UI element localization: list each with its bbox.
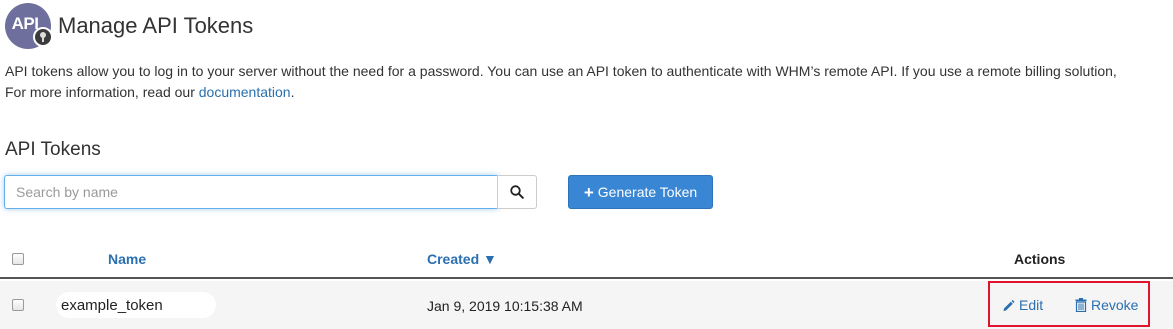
api-logo-icon: API <box>5 3 53 49</box>
row-actions-highlight: Edit Revoke <box>988 281 1150 327</box>
intro-line-1: API tokens allow you to log in to your s… <box>5 63 1117 79</box>
intro-line-2-prefix: For more information, read our <box>5 84 199 100</box>
token-name: example_token <box>56 292 216 318</box>
column-header-created[interactable]: Created ▼ <box>427 251 497 267</box>
pencil-icon <box>1003 299 1015 311</box>
token-created: Jan 9, 2019 10:15:38 AM <box>427 298 583 314</box>
search-input[interactable] <box>4 175 498 209</box>
table-header: Name Created ▼ Actions <box>0 243 1173 279</box>
intro-text: API tokens allow you to log in to your s… <box>5 61 1173 103</box>
column-header-actions: Actions <box>1014 251 1066 267</box>
section-title: API Tokens <box>5 139 101 160</box>
intro-line-2-suffix: . <box>290 84 295 100</box>
page-title: Manage API Tokens <box>58 13 254 38</box>
row-checkbox[interactable] <box>12 299 24 311</box>
lock-icon <box>33 27 53 47</box>
revoke-action[interactable]: Revoke <box>1075 297 1138 313</box>
edit-action[interactable]: Edit <box>1002 297 1043 313</box>
intro-line-2: For more information, read our documenta… <box>5 82 1173 103</box>
plus-icon: + <box>583 182 594 202</box>
manage-api-tokens-page: API Manage API Tokens API tokens allow y… <box>0 0 1173 329</box>
search-icon <box>510 185 524 199</box>
column-header-name[interactable]: Name <box>108 251 146 267</box>
search-button[interactable] <box>497 175 537 209</box>
generate-token-button[interactable]: + Generate Token <box>568 175 713 209</box>
page-header: API Manage API Tokens <box>5 3 253 49</box>
revoke-label: Revoke <box>1091 297 1139 313</box>
select-all-checkbox[interactable] <box>12 253 24 265</box>
trash-icon <box>1075 298 1087 312</box>
edit-label: Edit <box>1019 297 1044 313</box>
documentation-link[interactable]: documentation <box>199 84 291 100</box>
generate-token-label: Generate Token <box>597 184 698 200</box>
